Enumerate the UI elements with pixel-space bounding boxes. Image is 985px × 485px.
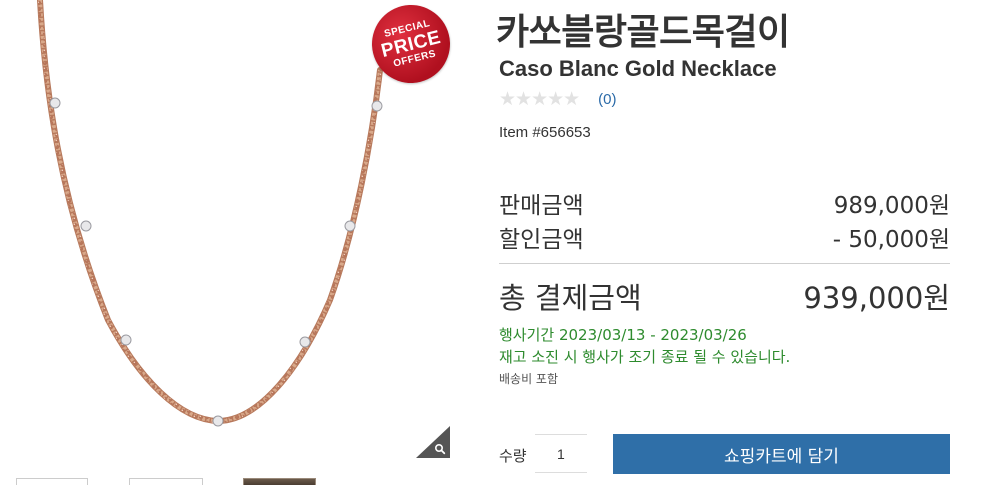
shipping-info: 배송비 포함 (499, 372, 559, 386)
sale-price-row: 판매금액 989,000원 (499, 186, 950, 220)
total-price-row: 총 결제금액 939,000원 (499, 275, 950, 317)
thumbnail-2[interactable] (129, 478, 203, 485)
product-gallery: SPECIAL PRICE OFFERS (0, 0, 460, 485)
magnifier-icon (416, 426, 450, 458)
star-icon: ★★★★★ (499, 88, 580, 110)
price-divider (499, 263, 950, 264)
review-count-link[interactable]: (0) (598, 91, 616, 108)
quantity-input[interactable] (535, 434, 587, 473)
promotion-note: 재고 소진 시 행사가 조기 종료 될 수 있습니다. (499, 348, 791, 366)
discount-row: 할인금액 - 50,000원 (499, 220, 950, 254)
quantity-label: 수량 (499, 447, 527, 465)
total-price-value: 939,000원 (803, 281, 950, 315)
discount-label: 할인금액 (499, 227, 584, 253)
thumbnail-3[interactable] (243, 478, 316, 485)
product-title-english: Caso Blanc Gold Necklace (499, 56, 777, 81)
thumbnail-1[interactable] (16, 478, 88, 485)
discount-value: - 50,000원 (832, 227, 950, 253)
total-price-label: 총 결제금액 (499, 281, 642, 315)
sale-price-label: 판매금액 (499, 193, 584, 219)
product-title-korean: 카쏘블랑골드목걸이 (496, 12, 790, 53)
sale-price-value: 989,000원 (833, 193, 950, 219)
item-number: Item #656653 (499, 124, 591, 141)
promotion-period: 행사기간 2023/03/13 - 2023/03/26 (499, 326, 747, 344)
zoom-button[interactable] (416, 426, 450, 458)
add-to-cart-button[interactable]: 쇼핑카트에 담기 (613, 434, 950, 474)
thumbnail-strip (0, 476, 460, 485)
rating-row: ★★★★★ (0) (499, 88, 617, 110)
